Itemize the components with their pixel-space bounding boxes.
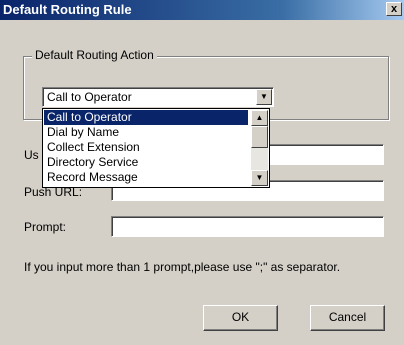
window-title: Default Routing Rule [3, 2, 132, 17]
close-button[interactable]: x [386, 2, 402, 16]
scroll-thumb[interactable] [251, 126, 268, 148]
scroll-down-button[interactable]: ▼ [251, 170, 268, 186]
dropdown-scrollbar[interactable]: ▲ ▼ [251, 110, 268, 186]
close-icon: x [390, 3, 398, 15]
title-bar: Default Routing Rule x [0, 0, 404, 20]
dropdown-option-directory-service[interactable]: Directory Service [44, 155, 248, 170]
chevron-down-icon: ▼ [260, 92, 268, 101]
prompt-field[interactable] [111, 216, 384, 237]
dropdown-option-record-message[interactable]: Record Message [44, 170, 248, 185]
scroll-up-button[interactable]: ▲ [251, 110, 268, 126]
routing-action-dropdown-list[interactable]: Call to Operator Dial by Name Collect Ex… [42, 108, 270, 188]
routing-action-group-label: Default Routing Action [32, 48, 157, 62]
ok-button[interactable]: OK [203, 305, 278, 331]
user-label: Us [24, 148, 39, 162]
dropdown-option-collect-extension[interactable]: Collect Extension [44, 140, 248, 155]
combobox-dropdown-button[interactable]: ▼ [256, 89, 272, 105]
separator-hint-text: If you input more than 1 prompt,please u… [24, 260, 341, 274]
user-field[interactable] [266, 144, 384, 165]
chevron-down-icon: ▼ [255, 173, 264, 182]
chevron-up-icon: ▲ [255, 113, 264, 122]
prompt-label: Prompt: [24, 220, 67, 234]
dropdown-option-call-to-operator[interactable]: Call to Operator [44, 110, 248, 125]
cancel-button[interactable]: Cancel [310, 305, 385, 331]
dialog-window: Default Routing Rule x Default Routing A… [0, 0, 404, 345]
dropdown-option-dial-by-name[interactable]: Dial by Name [44, 125, 248, 140]
routing-action-combobox[interactable]: Call to Operator ▼ [42, 87, 274, 107]
combobox-selected-value: Call to Operator [47, 90, 132, 104]
